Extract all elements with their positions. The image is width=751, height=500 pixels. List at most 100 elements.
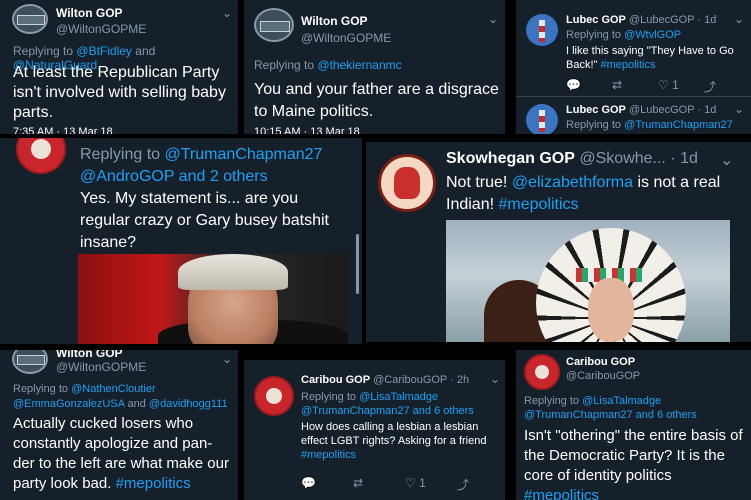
- author-name[interactable]: Wilton GOP: [56, 6, 123, 20]
- tweet-card-wilton-3[interactable]: Wilton GOP @WiltonGOPME ⌄ Replying to @N…: [0, 350, 238, 500]
- chevron-down-icon[interactable]: ⌄: [222, 352, 232, 366]
- replying-to: Replying to @LisaTalmadge @TrumanChapman…: [301, 391, 474, 417]
- chevron-down-icon[interactable]: ⌄: [490, 372, 500, 386]
- hashtag-link[interactable]: #mepolitics: [600, 59, 655, 71]
- author-handle: @LubecGOP · 1d: [628, 14, 717, 26]
- replying-to: Replying to @WtvlGOP: [566, 29, 682, 41]
- tweet-card-wilton-2[interactable]: Wilton GOP @WiltonGOPME ⌄ Replying to @t…: [244, 0, 505, 134]
- reply-icon[interactable]: 💬: [566, 78, 612, 95]
- tweet-text: I like this saying "They Have to Go Back…: [566, 45, 734, 71]
- author-handle: @CaribouGOP · 2h: [373, 374, 470, 386]
- share-icon[interactable]: ⤴: [457, 476, 469, 493]
- hashtag-link[interactable]: #mepolitics: [524, 487, 599, 500]
- author-name[interactable]: Wilton GOP: [301, 14, 368, 28]
- author-name[interactable]: Wilton GOP: [56, 350, 123, 360]
- tweet-header: Lubec GOP @LubecGOP · 1d: [566, 14, 716, 26]
- mention-link[interactable]: @WtvlGOP: [624, 29, 681, 41]
- tweet-photo[interactable]: [446, 220, 730, 342]
- mention-link[interactable]: @TrumanChapman27: [165, 146, 323, 163]
- mention-link[interactable]: @NathenCloutier: [71, 383, 156, 395]
- retweet-icon[interactable]: ⇄: [353, 476, 405, 493]
- tweet-text: Not true! @elizabethforma is not a real …: [446, 174, 721, 213]
- like-count: 1: [419, 476, 426, 490]
- tweet-actions: 💬 ⇄ ♡ 1 ⤴: [301, 476, 469, 493]
- tweet-header: Caribou GOP @CaribouGOP · 2h: [301, 374, 469, 386]
- caribou-gop-avatar[interactable]: [524, 354, 560, 390]
- author-handle: @WiltonGOPME: [301, 31, 392, 45]
- mention-link[interactable]: and 6 others: [413, 405, 474, 417]
- like-icon: ♡: [405, 476, 416, 490]
- author-name[interactable]: Lubec GOP: [566, 14, 626, 26]
- mention-link[interactable]: @davidhogg111: [149, 398, 228, 410]
- hashtag-link[interactable]: #mepolitics: [301, 449, 356, 461]
- tweet-header: Skowhegan GOP @Skowhe... · 1d: [446, 150, 698, 168]
- timestamp[interactable]: 10:15 AM · 13 Mar 18: [254, 126, 360, 134]
- replying-to: Replying to @LisaTalmadge @TrumanChapman…: [524, 395, 697, 421]
- chevron-down-icon[interactable]: ⌄: [222, 6, 232, 20]
- mention-link[interactable]: and 2 others: [179, 168, 268, 185]
- author-handle: @Skowhe... · 1d: [579, 150, 698, 167]
- chevron-down-icon[interactable]: ⌄: [734, 102, 744, 116]
- author-name[interactable]: Lubec GOP: [566, 104, 626, 116]
- mention-link[interactable]: and 6 others: [636, 409, 697, 421]
- skowhegan-gop-avatar[interactable]: [378, 154, 436, 212]
- tweet-actions: 💬 ⇄ ♡ 1 ⤴: [566, 78, 716, 95]
- tweet-text: At least the Republican Party isn't invo…: [13, 64, 226, 121]
- like-button[interactable]: ♡ 1: [405, 476, 457, 493]
- like-button[interactable]: ♡ 1: [658, 78, 704, 95]
- author-handle: @WiltonGOPME: [56, 360, 147, 374]
- retweet-icon[interactable]: ⇄: [612, 78, 658, 95]
- tweet-text: Actually cucked losers who constantly ap…: [13, 415, 229, 492]
- mention-link[interactable]: @thekiernanmc: [317, 58, 401, 72]
- chevron-down-icon[interactable]: ⌄: [488, 12, 498, 26]
- tweet-card-lubec[interactable]: Lubec GOP @LubecGOP · 1d ⌄ Replying to @…: [516, 0, 751, 134]
- lubec-gop-avatar[interactable]: [526, 104, 558, 134]
- hashtag-link[interactable]: #mepolitics: [499, 196, 579, 213]
- share-icon[interactable]: ⤴: [704, 78, 716, 95]
- replying-to: Replying to @TrumanChapman27 @AndroGOP a…: [80, 146, 323, 185]
- mention-link[interactable]: @elizabethforma: [512, 174, 633, 191]
- replying-to: Replying to @NathenCloutier @EmmaGonzale…: [13, 383, 228, 410]
- timestamp[interactable]: 7:35 AM · 13 Mar 18: [13, 126, 113, 134]
- tweet-card-caribou-1[interactable]: Caribou GOP @CaribouGOP · 2h ⌄ Replying …: [244, 360, 505, 500]
- reply-icon[interactable]: 💬: [301, 476, 353, 493]
- caribou-gop-avatar[interactable]: [254, 376, 294, 416]
- author-name[interactable]: Caribou GOP: [301, 374, 370, 386]
- tweet-card-skowhegan[interactable]: Skowhegan GOP @Skowhe... · 1d ⌄ Not true…: [366, 142, 751, 342]
- photo-subject-hair: [178, 254, 288, 290]
- author-handle: @WiltonGOPME: [56, 22, 147, 36]
- like-icon: ♡: [658, 78, 669, 92]
- mention-link[interactable]: @TrumanChapman27: [624, 119, 733, 131]
- author-name[interactable]: Skowhegan GOP: [446, 150, 575, 167]
- chevron-down-icon[interactable]: ⌄: [720, 150, 733, 170]
- author-handle: @LubecGOP · 1d: [628, 104, 717, 116]
- mention-link[interactable]: @TrumanChapman27: [524, 409, 633, 421]
- scrollbar[interactable]: [356, 234, 359, 294]
- wilton-gop-avatar[interactable]: [12, 350, 48, 374]
- mention-link[interactable]: @BtFidley: [76, 44, 132, 58]
- author-name[interactable]: Caribou GOP: [566, 356, 635, 368]
- tweet-text: You and your father are a disgrace to Ma…: [254, 81, 499, 120]
- mention-link[interactable]: @LisaTalmadge: [582, 395, 661, 407]
- lubec-gop-avatar[interactable]: [526, 14, 558, 46]
- tweet-text: Yes. My statement is... are you regular …: [80, 190, 329, 251]
- photo-subject-face: [588, 278, 634, 342]
- wilton-gop-avatar[interactable]: [12, 4, 48, 34]
- tweet-card-caribou-2[interactable]: Caribou GOP @CaribouGOP Replying to @Lis…: [516, 350, 751, 500]
- tweet-header: Lubec GOP @LubecGOP · 1d: [566, 104, 716, 116]
- mention-link[interactable]: @EmmaGonzalezUSA: [13, 398, 124, 410]
- tweet-text: How does calling a lesbian a lesbian eff…: [301, 421, 487, 461]
- hashtag-link[interactable]: #mepolitics: [116, 475, 191, 492]
- wilton-gop-avatar[interactable]: [254, 8, 294, 42]
- author-handle: @CaribouGOP: [566, 370, 641, 382]
- like-count: 1: [672, 78, 679, 92]
- replying-to: Replying to @thekiernanmc: [254, 58, 402, 72]
- mention-link[interactable]: @LisaTalmadge: [359, 391, 438, 403]
- gop-avatar[interactable]: [16, 138, 66, 174]
- mention-link[interactable]: @AndroGOP: [80, 168, 174, 185]
- chevron-down-icon[interactable]: ⌄: [734, 12, 744, 26]
- divider: [516, 96, 751, 97]
- tweet-card-wilton-1[interactable]: Wilton GOP @WiltonGOPME ⌄ Replying to @B…: [0, 0, 238, 134]
- mention-link[interactable]: @TrumanChapman27: [301, 405, 410, 417]
- tweet-photo[interactable]: [78, 254, 348, 344]
